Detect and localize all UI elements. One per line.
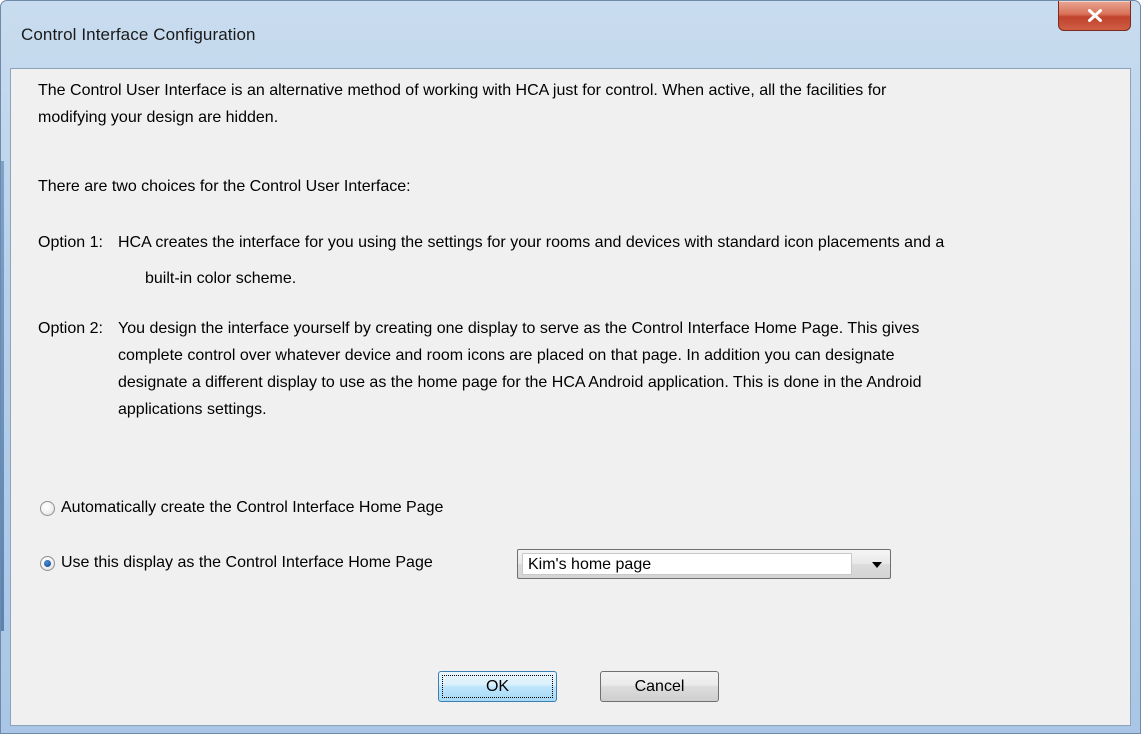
use-display-option[interactable]: Use this display as the Control Interfac… (40, 554, 433, 572)
auto-create-radio[interactable] (40, 500, 55, 516)
option1-prefix: Option 1: (38, 234, 103, 251)
ok-button-label: OK (485, 678, 510, 695)
cancel-button[interactable]: Cancel (600, 671, 719, 702)
option1-text-line-1: HCA creates the interface for you using … (118, 234, 945, 251)
use-display-radio[interactable] (40, 555, 55, 571)
chevron-down-icon (872, 562, 882, 568)
option2-text-line-3: designate a different display to use as … (118, 374, 922, 391)
ok-button[interactable]: OK (438, 671, 557, 702)
window-frame-accent (1, 161, 4, 631)
option1-text-line-2: built-in color scheme. (145, 270, 297, 287)
display-select[interactable]: Kim's home page (517, 549, 891, 579)
option2-text-line-2: complete control over whatever device an… (118, 347, 895, 364)
close-button[interactable] (1058, 1, 1131, 31)
display-select-value: Kim's home page (522, 553, 852, 575)
close-icon (1087, 9, 1102, 22)
option2-prefix: Option 2: (38, 320, 103, 337)
intro-text-line-2: modifying your design are hidden. (38, 109, 279, 126)
use-display-label[interactable]: Use this display as the Control Interfac… (61, 554, 433, 572)
auto-create-label[interactable]: Automatically create the Control Interfa… (61, 499, 443, 517)
dialog-window: Control Interface Configuration The Cont… (0, 0, 1141, 734)
title-bar[interactable]: Control Interface Configuration (1, 1, 1140, 67)
dialog-client-area: The Control User Interface is an alterna… (10, 68, 1131, 726)
auto-create-option[interactable]: Automatically create the Control Interfa… (40, 499, 443, 517)
intro-text-line-1: The Control User Interface is an alterna… (38, 82, 887, 99)
option2-text-line-4: applications settings. (118, 401, 267, 418)
option2-text-line-1: You design the interface yourself by cre… (118, 320, 920, 337)
choices-heading: There are two choices for the Control Us… (38, 178, 411, 195)
window-title: Control Interface Configuration (21, 25, 256, 44)
cancel-button-label: Cancel (634, 678, 685, 695)
